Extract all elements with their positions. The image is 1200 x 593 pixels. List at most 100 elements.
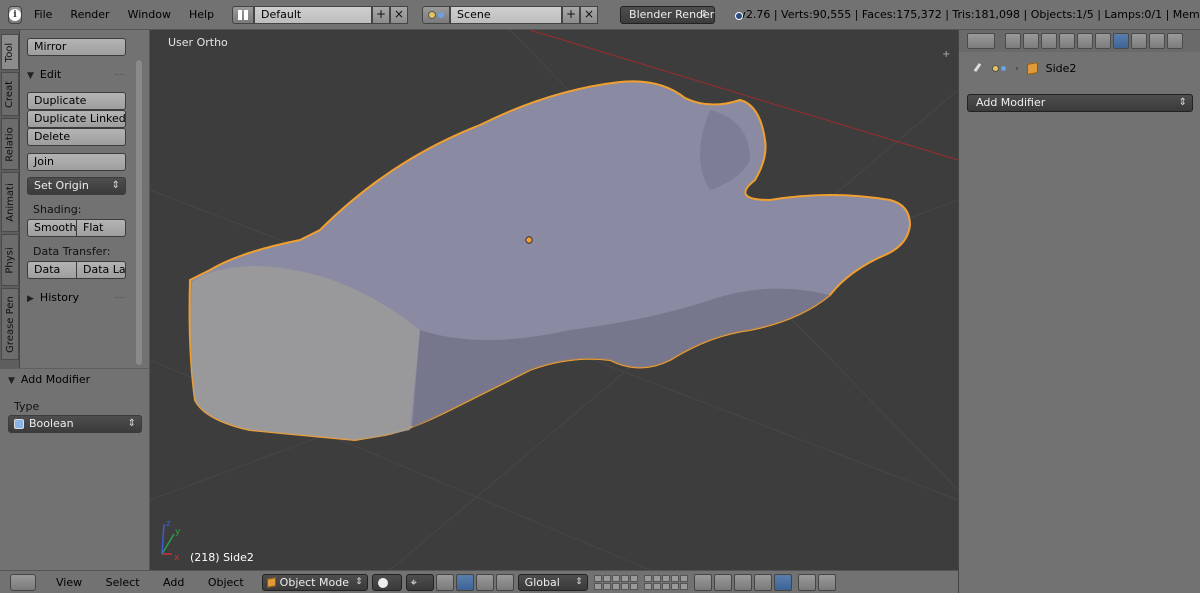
menu-object[interactable]: Object — [208, 576, 244, 589]
3d-viewport[interactable]: x y z User Ortho + (218) Side2 — [150, 30, 958, 570]
render-engine-dropdown[interactable]: Blender Render — [620, 5, 716, 24]
viewport-scene: x y z — [150, 30, 958, 570]
opengl-render-animation-icon[interactable] — [817, 573, 836, 591]
scene-tab-icon[interactable] — [1041, 33, 1057, 49]
properties-breadcrumb: › Side2 — [971, 62, 1076, 75]
edit-panel-header[interactable]: ▼ Edit — [27, 68, 61, 81]
viewport-shading-dropdown[interactable] — [371, 573, 402, 591]
add-scene-button[interactable]: + — [562, 5, 581, 24]
flat-shading-button[interactable]: Flat — [76, 219, 126, 237]
render-layers-tab-icon[interactable] — [1023, 33, 1039, 49]
snap-toggle-icon[interactable] — [733, 573, 752, 591]
duplicate-button[interactable]: Duplicate — [27, 92, 126, 110]
translate-manipulator-icon[interactable] — [455, 573, 474, 591]
properties-context-tabs — [959, 30, 1200, 52]
tab-physics[interactable]: Physi — [1, 234, 19, 286]
panel-grip-icon[interactable] — [115, 297, 125, 299]
snap-element-icon[interactable] — [753, 573, 772, 591]
properties-editor-type-button[interactable] — [967, 33, 995, 49]
scene-context-icon — [991, 63, 1007, 75]
texture-tab-icon[interactable] — [1167, 33, 1183, 49]
remove-scene-button[interactable]: × — [580, 5, 599, 24]
breadcrumb-object-name: Side2 — [1045, 62, 1077, 75]
join-button[interactable]: Join — [27, 153, 126, 171]
mirror-button[interactable]: Mirror — [27, 38, 126, 56]
panel-expanded-icon: ▼ — [8, 376, 15, 386]
dropdown-arrows-icon: ⇕ — [575, 576, 583, 587]
add-layout-button[interactable]: + — [372, 5, 391, 24]
scene-statistics: v2.76 | Verts:90,555 | Faces:175,372 | T… — [739, 8, 1200, 21]
pivot-point-dropdown[interactable]: ⌖ — [405, 573, 434, 591]
lock-layers-icon[interactable] — [693, 573, 712, 591]
dropdown-arrows-icon: ⇕ — [127, 418, 136, 429]
transform-orientation-dropdown[interactable]: Global ⇕ — [517, 573, 588, 591]
smooth-shading-button[interactable]: Smooth — [27, 219, 77, 237]
data-layout-button[interactable]: Data La — [76, 261, 126, 279]
menu-render[interactable]: Render — [70, 8, 109, 21]
panel-collapsed-icon: ▶ — [27, 294, 34, 304]
data-tab-icon[interactable] — [1131, 33, 1147, 49]
operator-panel-header[interactable]: ▼ Add Modifier — [8, 373, 90, 386]
menu-window[interactable]: Window — [128, 8, 171, 21]
object-origin-point[interactable] — [525, 236, 533, 244]
breadcrumb-separator-icon: › — [1015, 63, 1019, 74]
editor-type-button[interactable] — [10, 573, 36, 591]
menu-view[interactable]: View — [56, 576, 82, 589]
y-axis-label: y — [175, 527, 181, 537]
opengl-render-image-icon[interactable] — [797, 573, 816, 591]
material-tab-icon[interactable] — [1149, 33, 1165, 49]
main-menu: File Render Window Help — [34, 8, 232, 21]
set-origin-dropdown[interactable]: Set Origin ⇕ — [27, 177, 126, 195]
editor-type-button[interactable]: i — [8, 5, 22, 24]
shading-label: Shading: — [33, 203, 82, 216]
remove-layout-button[interactable]: × — [390, 5, 409, 24]
type-label: Type — [14, 400, 40, 413]
object-tab-icon[interactable] — [1077, 33, 1093, 49]
manipulator-toggle-icon[interactable] — [435, 573, 454, 591]
panel-expanded-icon: ▼ — [27, 71, 34, 81]
panel-grip-icon[interactable] — [115, 74, 125, 76]
screen-layout-field[interactable]: Default — [254, 5, 373, 24]
screen-layout-selector: Default + × — [232, 5, 409, 24]
world-tab-icon[interactable] — [1059, 33, 1075, 49]
pin-icon[interactable] — [971, 63, 983, 75]
constraints-tab-icon[interactable] — [1095, 33, 1111, 49]
tab-relations[interactable]: Relatio — [1, 118, 19, 170]
tab-tool[interactable]: Tool — [1, 34, 19, 70]
screen-layout-icon[interactable] — [232, 5, 255, 24]
menu-select[interactable]: Select — [106, 576, 140, 589]
rotate-manipulator-icon[interactable] — [475, 573, 494, 591]
modifiers-tab-icon[interactable] — [1113, 33, 1129, 49]
view-name-label: User Ortho — [168, 36, 228, 49]
tab-grease-pencil[interactable]: Grease Pen — [1, 288, 19, 360]
duplicate-linked-button[interactable]: Duplicate Linked — [27, 110, 126, 128]
tab-create[interactable]: Creat — [1, 72, 19, 116]
boolean-modifier-icon — [14, 419, 24, 429]
scene-selector: Scene + × — [422, 5, 599, 24]
interaction-mode-dropdown[interactable]: Object Mode ⇕ — [261, 573, 368, 591]
scale-manipulator-icon[interactable] — [495, 573, 514, 591]
data-transfer-label: Data Transfer: — [33, 245, 111, 258]
proportional-editing-icon[interactable] — [713, 573, 732, 591]
3d-view-header: View Select Add Object Object Mode ⇕ ⌖ G… — [0, 570, 958, 593]
add-modifier-dropdown[interactable]: Add Modifier ⇕ — [967, 94, 1193, 112]
axis-gizmo: x y z — [161, 519, 181, 563]
tab-animation[interactable]: Animati — [1, 172, 19, 232]
tool-shelf-scrollbar[interactable] — [136, 60, 142, 365]
object-cube-icon — [1026, 62, 1038, 75]
menu-add[interactable]: Add — [163, 576, 184, 589]
region-expand-icon[interactable]: + — [942, 50, 952, 60]
snap-target-icon[interactable] — [773, 573, 792, 591]
scene-layers-group-1[interactable] — [593, 574, 638, 590]
dropdown-arrows-icon: ⇕ — [111, 180, 120, 191]
menu-help[interactable]: Help — [189, 8, 214, 21]
modifier-type-dropdown[interactable]: Boolean ⇕ — [8, 415, 142, 433]
data-transfer-button[interactable]: Data — [27, 261, 77, 279]
menu-file[interactable]: File — [34, 8, 52, 21]
scene-field[interactable]: Scene — [450, 5, 563, 24]
delete-button[interactable]: Delete — [27, 128, 126, 146]
scene-layers-group-2[interactable] — [643, 574, 688, 590]
history-panel-header[interactable]: ▶ History — [27, 291, 79, 304]
scene-icon[interactable] — [422, 5, 451, 24]
render-tab-icon[interactable] — [1005, 33, 1021, 49]
